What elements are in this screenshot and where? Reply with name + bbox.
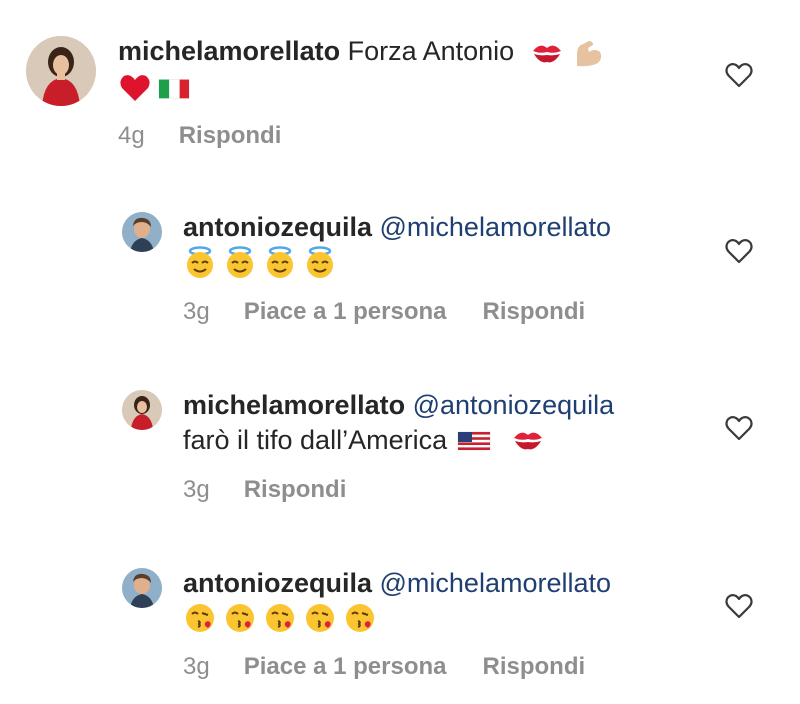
comment-emoji-line <box>183 600 611 636</box>
like-heart-icon[interactable] <box>725 238 753 264</box>
halo-face-icon <box>303 245 337 279</box>
comment-emoji-line <box>183 244 611 280</box>
comment-meta: 3g Piace a 1 persona Rispondi <box>183 297 585 327</box>
username-link[interactable]: michelamorellato <box>118 36 340 66</box>
comment-meta: 3g Piace a 1 persona Rispondi <box>183 652 585 682</box>
avatar[interactable] <box>122 212 162 252</box>
kissing-face-icon <box>303 601 337 635</box>
like-heart-icon[interactable] <box>725 62 753 88</box>
kissing-face-icon <box>183 601 217 635</box>
comment-time: 3g <box>183 653 210 680</box>
comment-text: michelamorellato @antoniozequila <box>183 388 614 422</box>
reply-button[interactable]: Rispondi <box>482 653 585 680</box>
comment-meta: 3g Rispondi <box>183 475 346 505</box>
comment-text: antoniozequila @michelamorellato <box>183 210 611 244</box>
comment-second-line: farò il tifo dall’America <box>183 422 614 458</box>
comment-meta: 4g Rispondi <box>118 121 281 151</box>
reply-button[interactable]: Rispondi <box>244 476 347 503</box>
red-heart-icon <box>118 71 152 105</box>
likes-count-link[interactable]: Piace a 1 persona <box>244 653 447 680</box>
avatar[interactable] <box>26 36 96 106</box>
kissing-face-icon <box>343 601 377 635</box>
mention-link[interactable]: @michelamorellato <box>380 212 612 242</box>
mention-link[interactable]: @michelamorellato <box>380 568 612 598</box>
reply-button[interactable]: Rispondi <box>482 298 585 325</box>
comment-time: 4g <box>118 122 145 149</box>
likes-count-link[interactable]: Piace a 1 persona <box>244 298 447 325</box>
italy-flag-icon <box>158 71 190 105</box>
avatar[interactable] <box>122 390 162 430</box>
comment-body: farò il tifo dall’America <box>183 425 448 455</box>
kiss-mark-icon <box>511 423 545 457</box>
comment-body: Forza Antonio <box>347 36 515 66</box>
like-heart-icon[interactable] <box>725 593 753 619</box>
comment-time: 3g <box>183 298 210 325</box>
comment-time: 3g <box>183 476 210 503</box>
username-link[interactable]: michelamorellato <box>183 390 405 420</box>
username-link[interactable]: antoniozequila <box>183 568 372 598</box>
comment-text: michelamorellato Forza Antonio <box>118 34 605 70</box>
kissing-face-icon <box>223 601 257 635</box>
comment-text: antoniozequila @michelamorellato <box>183 566 611 600</box>
halo-face-icon <box>183 245 217 279</box>
kissing-face-icon <box>263 601 297 635</box>
halo-face-icon <box>263 245 297 279</box>
comment-emoji-line <box>118 70 605 106</box>
kiss-mark-icon <box>530 36 564 70</box>
us-flag-icon <box>457 423 491 457</box>
avatar[interactable] <box>122 568 162 608</box>
flexed-biceps-icon <box>571 36 605 70</box>
like-heart-icon[interactable] <box>725 415 753 441</box>
halo-face-icon <box>223 245 257 279</box>
username-link[interactable]: antoniozequila <box>183 212 372 242</box>
mention-link[interactable]: @antoniozequila <box>413 390 615 420</box>
reply-button[interactable]: Rispondi <box>179 122 282 149</box>
